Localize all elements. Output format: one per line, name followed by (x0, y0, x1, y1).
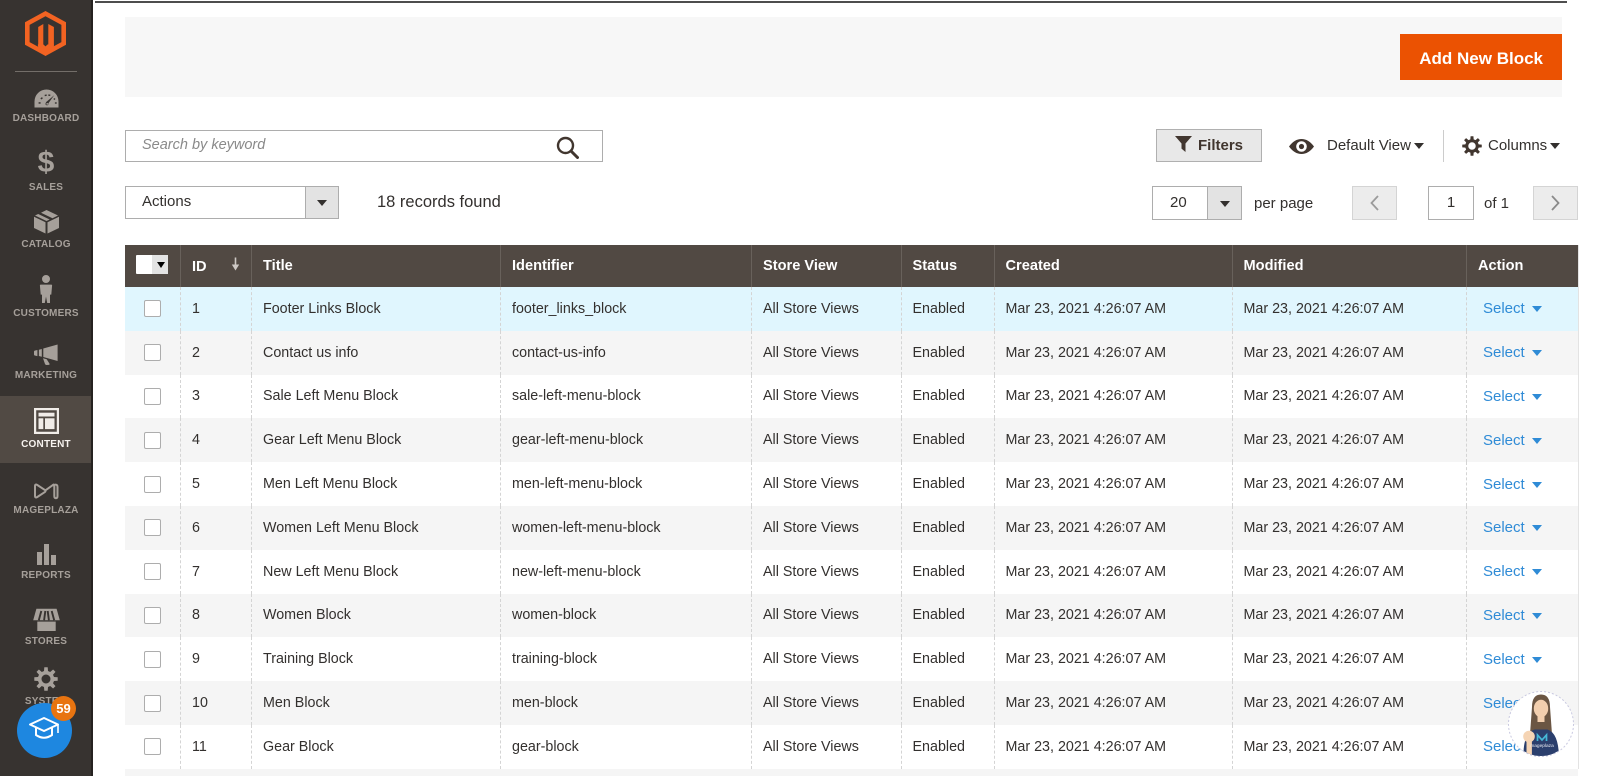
svg-text:mageplaza: mageplaza (1530, 743, 1554, 749)
